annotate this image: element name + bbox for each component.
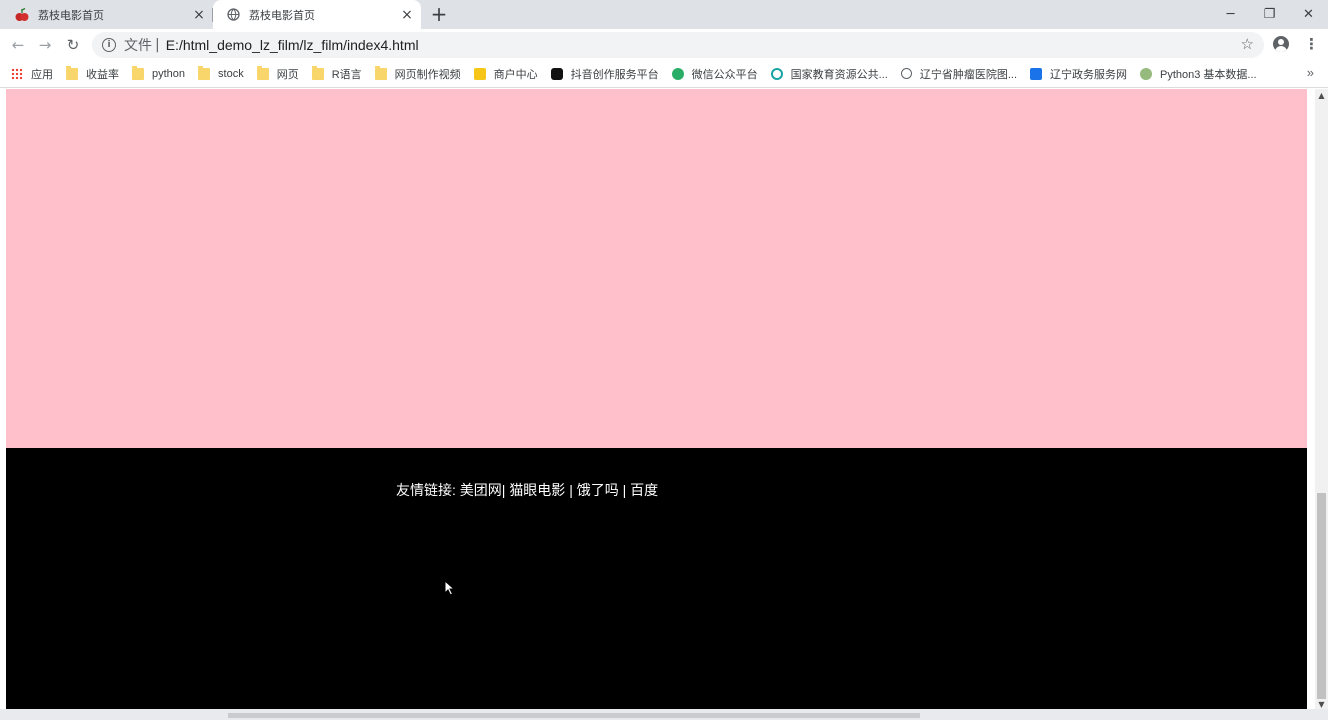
tab-close-icon[interactable]: × xyxy=(399,7,415,23)
bookmark-folder[interactable]: 收益率 xyxy=(66,65,119,82)
pink-content-section xyxy=(6,89,1307,448)
bookmark-link[interactable]: Python3 基本数据... xyxy=(1140,66,1257,82)
edu-icon xyxy=(770,67,783,80)
bookmark-link[interactable]: 辽宁政务服务网 xyxy=(1030,66,1127,82)
bookmarks-bar: 应用 收益率 python stock 网页 R语言 网页制作视频 商户中心 抖… xyxy=(0,60,1328,88)
bookmark-label: 微信公众平台 xyxy=(691,68,758,81)
url-text[interactable]: E:/html_demo_lz_film/lz_film/index4.html xyxy=(166,37,419,53)
tab-active[interactable]: 荔枝电影首页 × xyxy=(213,0,421,29)
merchant-icon xyxy=(473,67,486,80)
bookmark-folder[interactable]: 网页制作视频 xyxy=(374,65,461,82)
bookmark-link[interactable]: 国家教育资源公共... xyxy=(770,66,888,82)
bookmark-label: 商户中心 xyxy=(493,68,538,81)
folder-icon xyxy=(374,65,387,80)
window-controls: ─ ❐ ✕ xyxy=(1211,0,1328,29)
globe-icon xyxy=(225,7,241,23)
close-window-icon[interactable]: ✕ xyxy=(1289,0,1328,29)
folder-icon xyxy=(132,65,144,80)
bookmark-link[interactable]: 辽宁省肿瘤医院图... xyxy=(900,66,1018,82)
tab-title: 荔枝电影首页 xyxy=(38,8,104,22)
new-tab-button[interactable]: + xyxy=(428,4,450,26)
apps-icon xyxy=(11,67,23,80)
bookmark-label: Python3 基本数据... xyxy=(1160,68,1257,81)
back-icon[interactable]: ← xyxy=(7,34,29,56)
address-bar[interactable]: i 文件 | E:/html_demo_lz_film/lz_film/inde… xyxy=(92,32,1264,58)
forward-icon[interactable]: → xyxy=(34,34,56,56)
bookmark-folder[interactable]: python xyxy=(132,65,186,80)
minimize-icon[interactable]: ─ xyxy=(1211,0,1250,29)
mouse-cursor-icon xyxy=(444,580,456,596)
bookmark-link[interactable]: 商户中心 xyxy=(473,66,538,82)
page-right-edge xyxy=(1307,89,1315,709)
globe-icon xyxy=(900,68,912,79)
scheme-label: 文件 xyxy=(124,37,152,53)
friend-links: 友情链接: 美团网| 猫眼电影 | 饿了吗 | 百度 xyxy=(396,480,658,500)
tab-inactive[interactable]: 荔枝电影首页 × xyxy=(0,0,213,29)
bookmark-label: 辽宁政务服务网 xyxy=(1050,68,1128,81)
link-baidu[interactable]: 百度 xyxy=(630,482,658,498)
scrollbar-thumb[interactable] xyxy=(1317,493,1326,699)
bookmark-label: 国家教育资源公共... xyxy=(790,68,888,81)
lychee-favicon-icon xyxy=(14,7,30,23)
bookmark-label: stock xyxy=(218,67,244,80)
bookmark-label: 收益率 xyxy=(86,68,119,81)
folder-icon xyxy=(198,65,211,80)
page-viewport: 友情链接: 美团网| 猫眼电影 | 饿了吗 | 百度 xyxy=(6,89,1307,709)
tab-title: 荔枝电影首页 xyxy=(249,8,315,22)
bookmark-label: 网页制作视频 xyxy=(394,68,461,81)
horizontal-scrollbar-thumb[interactable] xyxy=(228,713,920,718)
bookmark-label: 应用 xyxy=(31,68,53,81)
info-icon[interactable]: i xyxy=(102,38,116,52)
bookmark-label: python xyxy=(152,67,186,80)
page-footer: 友情链接: 美团网| 猫眼电影 | 饿了吗 | 百度 xyxy=(6,448,1307,709)
bookmark-folder[interactable]: R语言 xyxy=(311,65,362,82)
browser-toolbar: ← → ↻ i 文件 | E:/html_demo_lz_film/lz_fil… xyxy=(0,29,1328,60)
link-separator: | xyxy=(565,482,577,498)
scroll-up-icon[interactable]: ▲ xyxy=(1315,91,1328,100)
bookmark-star-icon[interactable]: ☆ xyxy=(1241,35,1254,53)
bookmark-link[interactable]: 微信公众平台 xyxy=(671,66,758,82)
restore-icon[interactable]: ❐ xyxy=(1250,0,1289,29)
vertical-scrollbar[interactable]: ▲ ▼ xyxy=(1315,89,1328,709)
folder-icon xyxy=(256,65,269,80)
horizontal-scrollbar[interactable] xyxy=(0,709,1328,720)
link-eleme[interactable]: 饿了吗 xyxy=(577,482,619,498)
folder-icon xyxy=(66,65,78,80)
bookmark-folder[interactable]: 网页 xyxy=(256,65,299,82)
tab-close-icon[interactable]: × xyxy=(191,7,207,23)
bookmark-label: R语言 xyxy=(331,68,362,81)
scroll-down-icon[interactable]: ▼ xyxy=(1315,700,1328,709)
bookmark-label: 抖音创作服务平台 xyxy=(570,68,659,81)
link-maoyan[interactable]: 猫眼电影 xyxy=(509,482,565,498)
bookmark-link[interactable]: 抖音创作服务平台 xyxy=(550,66,659,82)
bookmark-apps[interactable]: 应用 xyxy=(11,66,53,82)
gov-icon xyxy=(1030,67,1043,80)
bookmark-label: 辽宁省肿瘤医院图... xyxy=(919,68,1018,81)
scheme-separator: | xyxy=(155,37,160,53)
link-meituan[interactable]: 美团网 xyxy=(460,482,502,498)
folder-icon xyxy=(311,65,324,80)
menu-icon[interactable]: ⋮ xyxy=(1304,35,1319,53)
bookmark-folder[interactable]: stock xyxy=(198,65,244,80)
tab-strip: 荔枝电影首页 × 荔枝电影首页 × + ─ ❐ ✕ xyxy=(0,0,1328,29)
bookmark-label: 网页 xyxy=(276,68,299,81)
reload-icon[interactable]: ↻ xyxy=(62,34,84,56)
wechat-icon xyxy=(671,67,684,80)
friend-links-label: 友情链接: xyxy=(396,482,460,498)
link-separator: | xyxy=(618,482,631,498)
more-bookmarks-icon[interactable]: » xyxy=(1307,65,1314,80)
runoob-icon xyxy=(1140,67,1153,80)
douyin-icon xyxy=(550,67,563,80)
profile-avatar-icon[interactable] xyxy=(1273,36,1289,52)
